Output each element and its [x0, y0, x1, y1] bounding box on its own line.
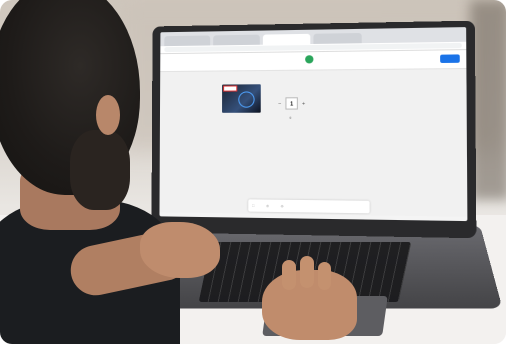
laptop-screen: − 1 + 0 ⛶ ⎙ ◷	[159, 27, 468, 222]
laptop-lid: − 1 + 0 ⛶ ⎙ ◷	[151, 20, 477, 239]
main-content: − 1 + 0 ⛶ ⎙ ◷	[159, 69, 468, 217]
step-indicator	[305, 55, 314, 64]
expand-icon[interactable]: ⛶	[252, 204, 254, 207]
quantity-input[interactable]: 1	[285, 97, 298, 110]
plus-icon[interactable]: +	[302, 101, 305, 107]
quantity-total: 0	[289, 115, 292, 120]
browser-tab-active[interactable]	[262, 33, 311, 45]
minus-icon[interactable]: −	[278, 101, 281, 107]
finger	[282, 260, 296, 290]
clock-icon[interactable]: ◷	[281, 204, 283, 207]
product-badge	[223, 85, 238, 92]
right-hand	[262, 256, 357, 340]
product-graphic	[238, 91, 255, 108]
finger	[318, 262, 331, 290]
finger	[300, 256, 314, 288]
browser-tab[interactable]	[313, 32, 362, 44]
browser-tab[interactable]	[213, 34, 260, 46]
person-ear	[96, 95, 120, 135]
person-beard	[70, 130, 130, 210]
browser-tab[interactable]	[164, 35, 211, 47]
product-image[interactable]	[222, 84, 261, 113]
photo-frame: − 1 + 0 ⛶ ⎙ ◷	[0, 0, 506, 344]
left-hand	[140, 222, 220, 278]
primary-button[interactable]	[440, 54, 460, 64]
print-icon[interactable]: ⎙	[267, 204, 269, 207]
bottom-toolbar: ⛶ ⎙ ◷	[248, 199, 370, 214]
